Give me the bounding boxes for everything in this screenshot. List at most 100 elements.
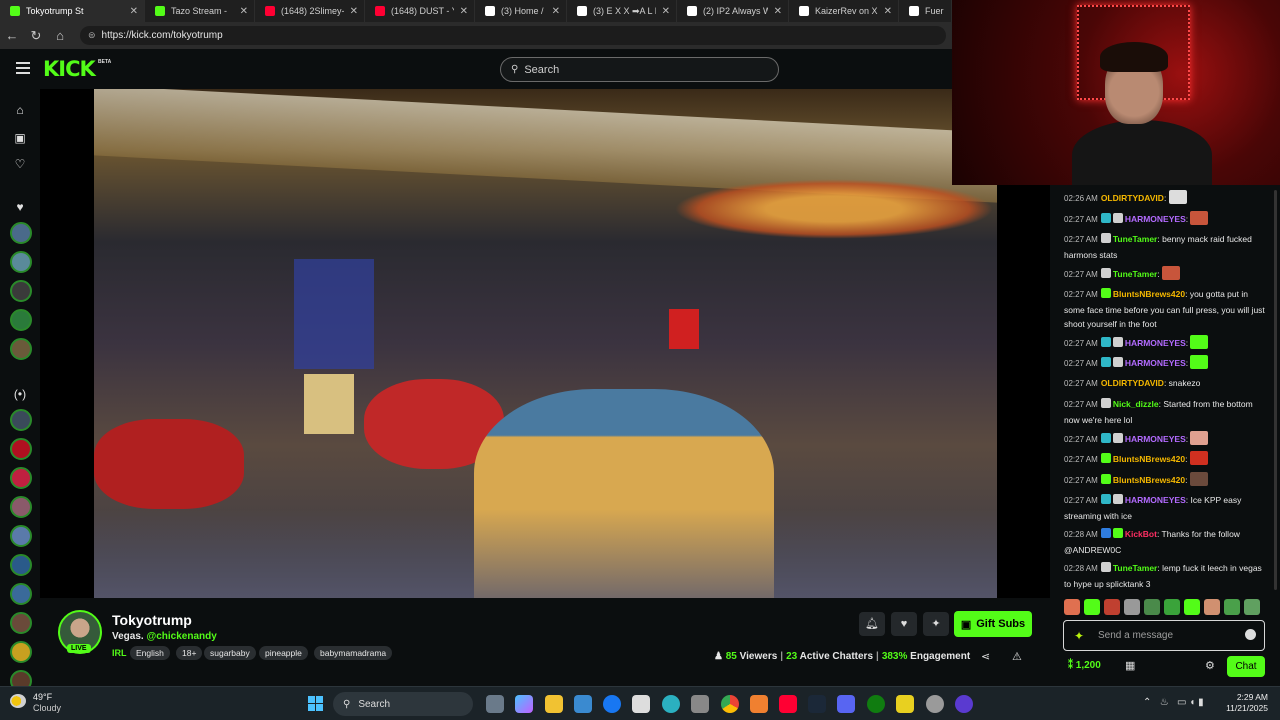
chrome-icon[interactable]: [721, 695, 739, 713]
notes-icon[interactable]: [896, 695, 914, 713]
chat-emote-icon[interactable]: [1190, 431, 1209, 445]
recommended-channel-avatar[interactable]: [10, 496, 32, 518]
steam-icon[interactable]: [808, 695, 826, 713]
site-info-icon[interactable]: ⊜: [88, 30, 96, 41]
chat-username[interactable]: BluntsNBrews420: [1113, 454, 1185, 464]
facebook-icon[interactable]: [603, 695, 621, 713]
chat-username[interactable]: HARMONEYES: [1125, 495, 1186, 505]
stream-tag[interactable]: babymamadrama: [314, 646, 393, 660]
recommended-channel-avatar[interactable]: [10, 467, 32, 489]
reload-icon[interactable]: ↻: [24, 28, 48, 44]
stream-tag[interactable]: English: [130, 646, 170, 660]
quick-emote-icon[interactable]: [1204, 599, 1220, 615]
app-icon[interactable]: [837, 695, 855, 713]
report-icon[interactable]: ⚠: [1012, 650, 1022, 663]
emoji-icon[interactable]: [1245, 629, 1256, 640]
recommended-channel-avatar[interactable]: [10, 612, 32, 634]
obs-icon[interactable]: [926, 695, 944, 713]
close-tab-icon[interactable]: ✕: [552, 6, 560, 17]
chat-username[interactable]: TuneTamer: [1113, 269, 1158, 279]
close-tab-icon[interactable]: ✕: [240, 6, 248, 17]
followed-channel-avatar[interactable]: [10, 309, 32, 331]
following-icon[interactable]: ♡: [12, 156, 28, 172]
share-icon[interactable]: ⋖: [981, 650, 990, 663]
chat-username[interactable]: HARMONEYES: [1125, 338, 1186, 348]
browser-tab[interactable]: (1648) DUST - YouT ✕: [365, 0, 475, 22]
channel-points[interactable]: ⁑ 1,200: [1068, 660, 1101, 671]
browser-tab[interactable]: (3) Home / X ✕: [475, 0, 567, 22]
browser-tab[interactable]: (1648) 2Slimey- Ve ✕: [255, 0, 365, 22]
video-frame[interactable]: [94, 89, 997, 598]
store-app-icon[interactable]: [574, 695, 592, 713]
chat-send-button[interactable]: Chat: [1227, 656, 1265, 677]
amazon-icon[interactable]: [632, 695, 650, 713]
chat-username[interactable]: Nick_dizzle: [1113, 399, 1159, 409]
menu-icon[interactable]: [16, 62, 30, 74]
app-icon[interactable]: [750, 695, 768, 713]
chevron-up-icon[interactable]: ⌃: [1143, 697, 1151, 708]
streamer-name[interactable]: Tokyotrump: [112, 612, 192, 628]
browser-tab[interactable]: KaizerRev on X: "Ch ✕: [789, 0, 899, 22]
kick-logo[interactable]: KICK: [43, 57, 96, 81]
followed-channel-avatar[interactable]: [10, 222, 32, 244]
stream-title-mention[interactable]: @chickenandy: [146, 631, 216, 642]
store-icon[interactable]: ▦: [1125, 659, 1135, 672]
quick-emote-icon[interactable]: [1144, 599, 1160, 615]
browser-tab[interactable]: Tokyotrump St ✕: [0, 0, 145, 22]
quick-emote-icon[interactable]: [1184, 599, 1200, 615]
recommended-channel-avatar[interactable]: [10, 525, 32, 547]
browse-icon[interactable]: ▣: [12, 130, 28, 146]
followed-channel-avatar[interactable]: [10, 251, 32, 273]
task-view-icon[interactable]: [486, 695, 504, 713]
quick-emote-icon[interactable]: [1244, 599, 1260, 615]
clip-button[interactable]: ✦: [923, 612, 949, 636]
stream-category[interactable]: IRL: [112, 648, 127, 658]
quick-emote-icon[interactable]: [1084, 599, 1100, 615]
chat-username[interactable]: TuneTamer: [1113, 563, 1158, 573]
home-icon[interactable]: ⌂: [48, 28, 72, 43]
volume-icon[interactable]: ◖: [1189, 697, 1195, 708]
file-explorer-icon[interactable]: [545, 695, 563, 713]
stream-tag[interactable]: pineapple: [259, 646, 308, 660]
close-tab-icon[interactable]: ✕: [350, 6, 358, 17]
followed-channel-avatar[interactable]: [10, 280, 32, 302]
chat-username[interactable]: OLDIRTYDAVID: [1101, 193, 1164, 203]
mic-icon[interactable]: ♨: [1160, 697, 1169, 708]
browser-tab[interactable]: Fuer: [899, 0, 952, 22]
close-tab-icon[interactable]: ✕: [662, 6, 670, 17]
chat-emote-icon[interactable]: [1189, 472, 1208, 486]
recommended-channel-avatar[interactable]: [10, 438, 32, 460]
close-tab-icon[interactable]: ✕: [460, 6, 468, 17]
chat-username[interactable]: KickBot: [1125, 529, 1157, 539]
chat-input-box[interactable]: ✦: [1063, 620, 1265, 651]
copilot-icon[interactable]: [515, 695, 533, 713]
kick-sparkle-icon[interactable]: ✦: [1074, 629, 1084, 643]
quick-emote-icon[interactable]: [1104, 599, 1120, 615]
recommended-channel-avatar[interactable]: [10, 583, 32, 605]
youtube-icon[interactable]: [779, 695, 797, 713]
chat-emote-icon[interactable]: [1190, 335, 1209, 349]
browser-tab[interactable]: (2) IP2 Always Winn ✕: [677, 0, 789, 22]
chat-username[interactable]: BluntsNBrews420: [1113, 475, 1185, 485]
follow-button[interactable]: ♥: [891, 612, 917, 636]
close-tab-icon[interactable]: ✕: [884, 6, 892, 17]
quick-emote-icon[interactable]: [1064, 599, 1080, 615]
chat-scrollbar[interactable]: [1274, 190, 1277, 590]
network-icon[interactable]: ▭: [1177, 697, 1186, 708]
chat-settings-icon[interactable]: ⚙: [1205, 659, 1215, 672]
system-tray[interactable]: ⌃ ♨ ▭ ◖ ▮: [1143, 697, 1204, 708]
browser-tab[interactable]: (3) E X X ➡A L E R T ✕: [567, 0, 677, 22]
browser-tab[interactable]: Tazo Stream - ✕: [145, 0, 255, 22]
search-input[interactable]: ⚲ Search: [500, 57, 779, 82]
chat-emote-icon[interactable]: [1189, 451, 1208, 465]
chat-username[interactable]: HARMONEYES: [1125, 214, 1186, 224]
taskbar-clock[interactable]: 2:29 AM 11/21/2025: [1222, 692, 1268, 714]
chat-username[interactable]: HARMONEYES: [1125, 434, 1186, 444]
chat-username[interactable]: BluntsNBrews420: [1113, 289, 1185, 299]
followed-channel-avatar[interactable]: [10, 338, 32, 360]
calculator-icon[interactable]: [691, 695, 709, 713]
recommended-channel-avatar[interactable]: [10, 641, 32, 663]
chat-username[interactable]: TuneTamer: [1113, 234, 1158, 244]
home-icon[interactable]: ⌂: [12, 102, 28, 118]
chat-emote-icon[interactable]: [1168, 190, 1187, 204]
